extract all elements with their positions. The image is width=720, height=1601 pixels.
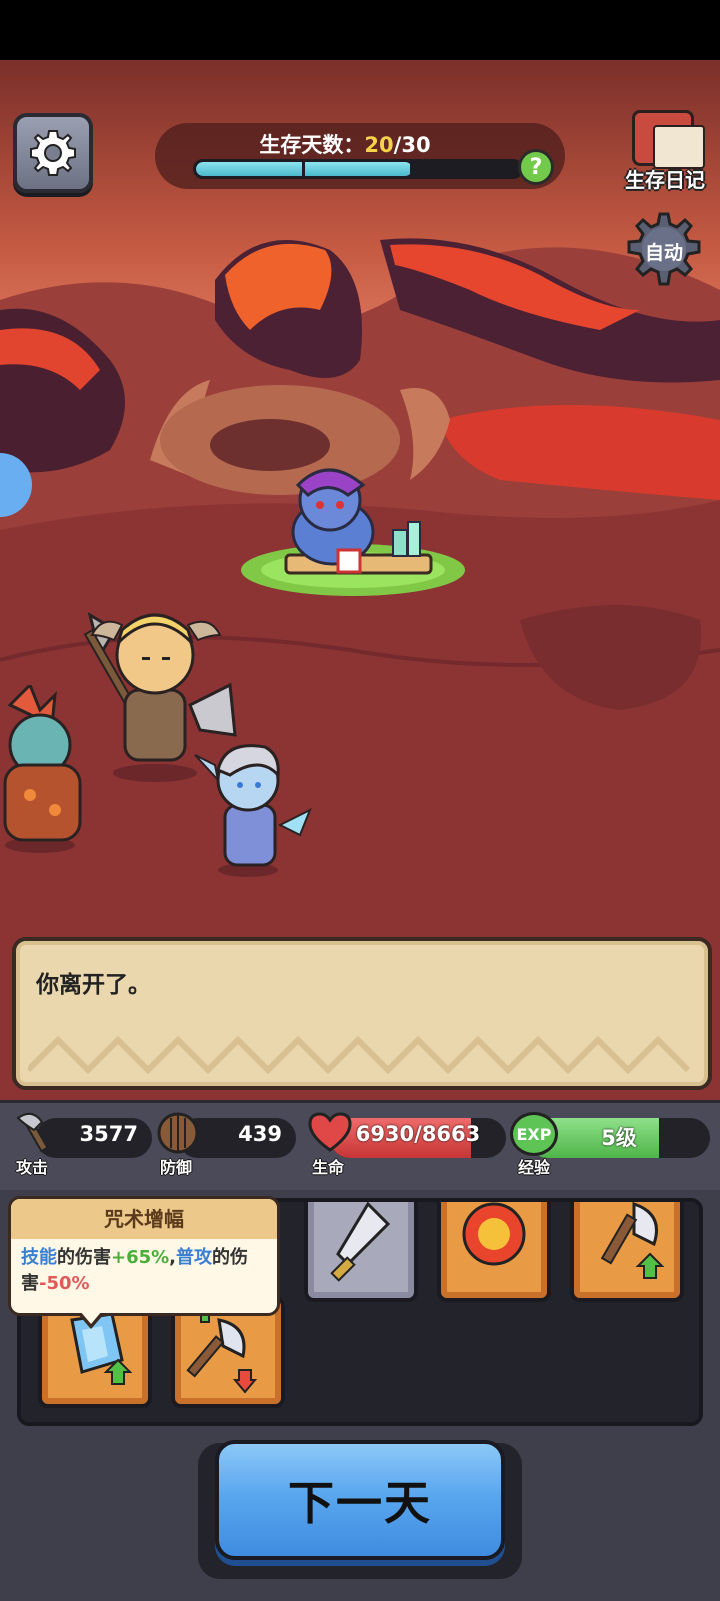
status-bar — [0, 0, 720, 60]
axe-upgrade-skill-icon — [600, 1202, 665, 1279]
skill-card[interactable] — [304, 1202, 418, 1302]
tooltip-title: 咒术增幅 — [11, 1199, 277, 1239]
diary-label: 生存日记 — [625, 168, 705, 192]
defense-value: 439 — [238, 1122, 282, 1146]
shield-icon — [157, 1112, 199, 1154]
skill-card[interactable] — [437, 1202, 551, 1302]
exp-label: 经验 — [518, 1158, 551, 1177]
survival-days-progress — [193, 159, 523, 179]
hero-elf-mage[interactable] — [190, 715, 320, 880]
next-day-button[interactable]: 下一天 — [215, 1440, 505, 1560]
settings-button[interactable] — [13, 113, 93, 193]
auto-label: 自动 — [644, 242, 683, 264]
survival-diary-button[interactable]: 生存日记 — [620, 106, 710, 196]
days-text: 生存天数： — [259, 133, 365, 157]
heart-icon — [308, 1112, 352, 1152]
attack-label: 攻击 — [16, 1158, 49, 1177]
days-current: 20 — [364, 133, 394, 157]
dialog-message: 你离开了。 — [36, 972, 151, 998]
skill-card[interactable] — [570, 1202, 684, 1302]
survival-days-label: 生存天数：20/30 — [155, 129, 535, 159]
tooltip-description: 技能的伤害+65%,普攻的伤害-50% — [11, 1239, 277, 1303]
days-total: /30 — [393, 133, 431, 157]
tooltip-text: 的伤害 — [57, 1247, 111, 1268]
progress-divider — [302, 162, 305, 176]
sword-skill-icon — [330, 1202, 391, 1282]
auto-button[interactable]: 自动 — [625, 212, 703, 290]
help-button[interactable]: ? — [518, 149, 554, 185]
tooltip-comma: , — [169, 1247, 177, 1268]
gear-icon — [30, 130, 76, 176]
tooltip-minus: -50% — [39, 1273, 90, 1294]
tooltip-attack-word: 普攻 — [176, 1247, 213, 1268]
skill-tooltip: 咒术增幅 技能的伤害+65%,普攻的伤害-50% — [8, 1196, 280, 1329]
dialog-decoration — [28, 1035, 691, 1074]
hp-value: 6930/8663 — [355, 1122, 481, 1146]
message-dialog[interactable]: 你离开了。 — [12, 937, 712, 1090]
attack-value: 3577 — [79, 1122, 138, 1146]
progress-divider — [410, 162, 413, 176]
tooltip-plus: +65% — [111, 1247, 170, 1268]
diary-icon — [632, 110, 705, 169]
axe-icon — [16, 1112, 49, 1153]
tooltip-skill-word: 技能 — [21, 1247, 57, 1268]
hero-dragon[interactable] — [0, 685, 100, 860]
survival-days-panel: 生存天数：20/30 ? — [155, 123, 565, 189]
enemy-goblin-merchant[interactable] — [238, 460, 468, 600]
hp-label: 生命 — [312, 1158, 345, 1177]
defense-label: 防御 — [160, 1158, 193, 1177]
fire-skill-icon — [462, 1202, 526, 1266]
exp-icon: EXP — [510, 1112, 558, 1156]
